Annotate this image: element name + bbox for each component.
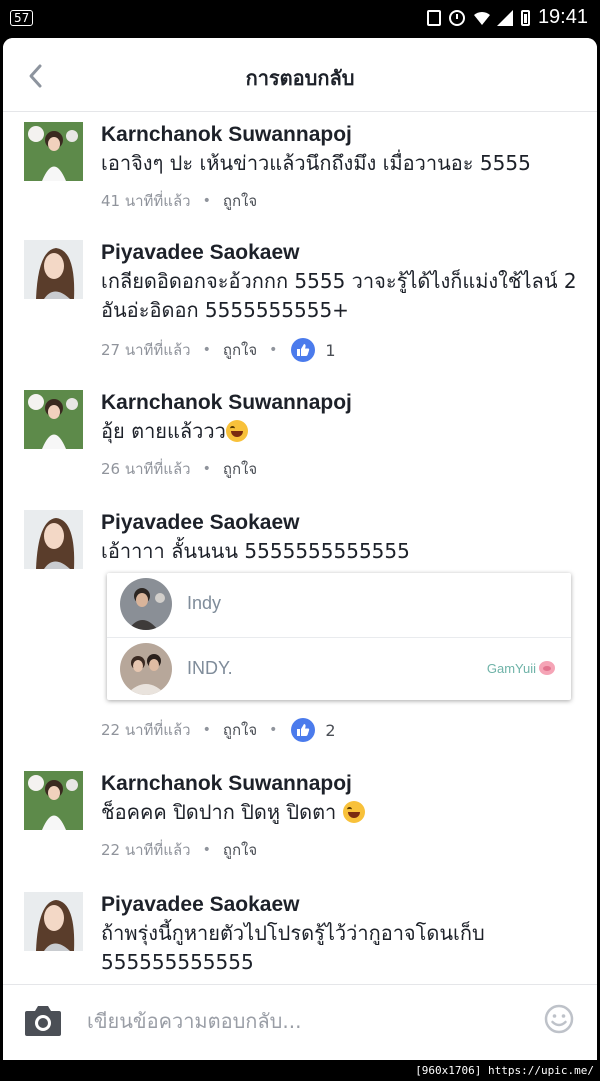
notification-count-badge: 57 xyxy=(10,10,34,26)
comment-author[interactable]: Karnchanok Suwannapoj xyxy=(101,771,577,797)
comment-author[interactable]: Piyavadee Saokaew xyxy=(101,240,577,266)
comment-timestamp: 27 นาทีที่แล้ว xyxy=(101,341,191,359)
mention-name: Indy xyxy=(187,593,222,613)
like-button[interactable]: ถูกใจ xyxy=(223,718,257,742)
mention-suggestions: Indy INDY. GamYuii xyxy=(107,573,571,700)
comment-timestamp: 41 นาทีที่แล้ว xyxy=(101,192,191,210)
comment: Karnchanok Suwannapoj อุ้ย ตายแล้ววว 26 … xyxy=(3,390,597,490)
comment-author[interactable]: Piyavadee Saokaew xyxy=(101,892,577,918)
comment-text: อุ้ย ตายแล้ววว xyxy=(101,419,226,443)
avatar[interactable] xyxy=(24,390,83,449)
thumbs-up-icon xyxy=(291,338,316,362)
avatar[interactable] xyxy=(24,892,83,951)
mention-suggestion-item[interactable]: Indy xyxy=(107,573,571,636)
avatar xyxy=(120,643,172,695)
comment-text: ช็อคคค ปิดปาก ปิดหู ปิดตา xyxy=(101,800,337,824)
laughing-tears-emoji-icon xyxy=(225,420,248,442)
pig-icon xyxy=(539,661,555,675)
like-count[interactable]: 2 xyxy=(291,718,336,742)
header: การตอบกลับ xyxy=(3,38,597,112)
comment-meta: 41 นาทีที่แล้ว • ถูกใจ xyxy=(101,189,257,213)
camera-icon xyxy=(25,1006,61,1036)
status-bar: 57 19:41 xyxy=(0,0,600,38)
comment: Piyavadee Saokaew เกลียดอิดอกจะอ้วกกก 55… xyxy=(3,240,597,370)
comment: Karnchanok Suwannapoj เอาจิงๆ ปะ เห้นข่า… xyxy=(3,122,597,222)
comment-meta: 26 นาทีที่แล้ว • ถูกใจ xyxy=(101,457,257,481)
like-button[interactable]: ถูกใจ xyxy=(223,838,257,862)
comment: Karnchanok Suwannapoj ช็อคคค ปิดปาก ปิดห… xyxy=(3,771,597,871)
avatar xyxy=(120,578,172,630)
camera-button[interactable] xyxy=(23,1002,63,1038)
like-button[interactable]: ถูกใจ xyxy=(223,189,257,213)
comment-author[interactable]: Karnchanok Suwannapoj xyxy=(101,122,577,148)
mention-name: INDY. xyxy=(187,658,233,678)
like-count[interactable]: 1 xyxy=(291,338,336,362)
emoji-button[interactable] xyxy=(543,1003,575,1035)
comment-timestamp: 22 นาทีที่แล้ว xyxy=(101,841,191,859)
battery-icon xyxy=(520,9,530,26)
smiley-icon xyxy=(544,1004,574,1034)
like-button[interactable]: ถูกใจ xyxy=(223,338,257,362)
comment-text: เกลียดอิดอกจะอ้วกกก 5555 วาจะรู้ได้ไงก็แ… xyxy=(101,269,577,322)
avatar[interactable] xyxy=(24,510,83,569)
mention-suggestion-item[interactable]: INDY. GamYuii xyxy=(107,637,571,700)
thumbs-up-icon xyxy=(291,718,316,742)
comment-timestamp: 22 นาทีที่แล้ว xyxy=(101,721,191,739)
like-button[interactable]: ถูกใจ xyxy=(223,457,257,481)
comment-timestamp: 26 นาทีที่แล้ว xyxy=(101,460,191,478)
signal-icon xyxy=(496,9,513,26)
reply-input[interactable] xyxy=(87,1003,517,1039)
comment-author[interactable]: Karnchanok Suwannapoj xyxy=(101,390,577,416)
comment: Piyavadee Saokaew ถ้าพรุ่งนี้กูหายตัวไปโ… xyxy=(3,892,597,982)
comment-text: เอ้าาาา ลั้นนนน 5555555555555 xyxy=(101,539,410,563)
laughing-tears-emoji-icon xyxy=(342,801,365,823)
screenshot-icon xyxy=(426,9,441,26)
replies-screen: การตอบกลับ Karnchanok Suwannapoj เอาจิงๆ… xyxy=(3,38,597,1060)
comment-meta: 22 นาทีที่แล้ว • ถูกใจ xyxy=(101,838,257,862)
avatar[interactable] xyxy=(24,122,83,181)
comment-text: ถ้าพรุ่งนี้กูหายตัวไปโปรดรู้ไว้ว่ากูอาจโ… xyxy=(101,921,485,974)
avatar[interactable] xyxy=(24,771,83,830)
comment-meta: 27 นาทีที่แล้ว • ถูกใจ • 1 xyxy=(101,338,336,362)
watermark: [960x1706] https://upic.me/ xyxy=(411,1062,598,1079)
comment-text: เอาจิงๆ ปะ เห้นข่าวแล้วนึกถึงมึง เมื่อวา… xyxy=(101,151,531,175)
comment-meta: 22 นาทีที่แล้ว • ถูกใจ • 2 xyxy=(101,718,336,742)
avatar[interactable] xyxy=(24,240,83,299)
page-title: การตอบกลับ xyxy=(245,66,355,90)
clock: 19:41 xyxy=(537,6,588,28)
alarm-icon xyxy=(448,9,465,26)
reply-composer xyxy=(3,984,597,1060)
mention-mutual-name: GamYuii xyxy=(486,661,536,676)
comment-author[interactable]: Piyavadee Saokaew xyxy=(101,510,577,536)
wifi-icon xyxy=(473,10,490,26)
